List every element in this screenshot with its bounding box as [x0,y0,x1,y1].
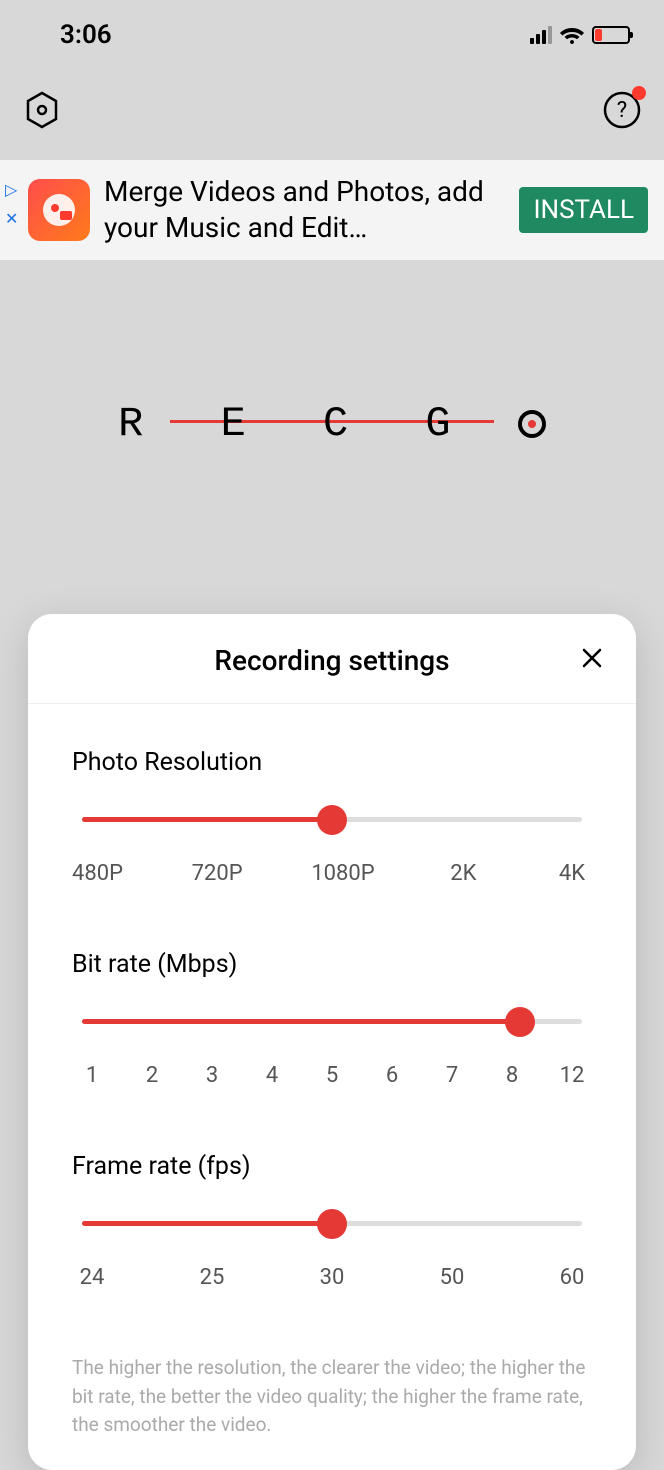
modal-title: Recording settings [28,644,636,677]
bitrate-option[interactable]: 2 [132,1063,172,1088]
setting-resolution: Photo Resolution 480P 720P 1080P 2K 4K [72,748,592,886]
bitrate-slider-thumb[interactable] [505,1007,535,1037]
resolution-option[interactable]: 720P [192,861,243,886]
framerate-option[interactable]: 30 [312,1265,352,1290]
bitrate-slider[interactable] [82,1007,582,1035]
framerate-option[interactable]: 24 [72,1265,112,1290]
notification-dot-icon [632,86,646,100]
modal-header: Recording settings [28,614,636,704]
framerate-option[interactable]: 60 [552,1265,592,1290]
bitrate-option[interactable]: 3 [192,1063,232,1088]
resolution-slider[interactable] [82,805,582,833]
recording-settings-modal: Recording settings Photo Resolution 480P… [28,614,636,1470]
ad-banner[interactable]: ▷✕ Merge Videos and Photos, add your Mus… [0,160,664,260]
bitrate-option[interactable]: 4 [252,1063,292,1088]
app-logo: R E C G [0,400,664,448]
status-bar: 3:06 [0,0,664,70]
status-icons [530,25,634,45]
close-button[interactable] [576,642,608,674]
bitrate-option[interactable]: 6 [372,1063,412,1088]
framerate-label: Frame rate (fps) [72,1152,592,1181]
cellular-signal-icon [530,26,552,44]
resolution-label: Photo Resolution [72,748,592,777]
resolution-slider-thumb[interactable] [317,805,347,835]
logo-target-icon [518,410,546,438]
top-bar: ? [0,82,664,142]
svg-text:?: ? [617,98,627,123]
status-time: 3:06 [30,20,112,50]
framerate-slider-thumb[interactable] [317,1209,347,1239]
settings-icon[interactable] [22,90,62,134]
bitrate-option[interactable]: 7 [432,1063,472,1088]
bitrate-option[interactable]: 12 [552,1063,592,1088]
setting-bitrate: Bit rate (Mbps) 1 2 3 4 5 6 7 8 12 [72,950,592,1088]
resolution-option[interactable]: 4K [552,861,592,886]
ad-marker-icon[interactable]: ▷✕ [5,180,18,228]
resolution-option[interactable]: 2K [443,861,483,886]
resolution-marks: 480P 720P 1080P 2K 4K [72,861,592,886]
close-icon [580,646,604,670]
wifi-icon [560,25,584,45]
resolution-option[interactable]: 1080P [311,861,374,886]
setting-framerate: Frame rate (fps) 24 25 30 50 60 [72,1152,592,1290]
modal-body: Photo Resolution 480P 720P 1080P 2K 4K B… [28,704,636,1470]
bitrate-marks: 1 2 3 4 5 6 7 8 12 [72,1063,592,1088]
help-icon[interactable]: ? [602,90,642,134]
logo-text: R E C G [118,400,528,448]
framerate-marks: 24 25 30 50 60 [72,1265,592,1290]
install-button[interactable]: INSTALL [519,187,648,233]
settings-hint: The higher the resolution, the clearer t… [72,1354,592,1440]
battery-icon [592,26,630,44]
framerate-option[interactable]: 25 [192,1265,232,1290]
bitrate-option[interactable]: 5 [312,1063,352,1088]
framerate-option[interactable]: 50 [432,1265,472,1290]
ad-app-icon [28,179,90,241]
bitrate-option[interactable]: 1 [72,1063,112,1088]
bitrate-label: Bit rate (Mbps) [72,950,592,979]
ad-text: Merge Videos and Photos, add your Music … [104,174,505,247]
bitrate-option[interactable]: 8 [492,1063,532,1088]
framerate-slider[interactable] [82,1209,582,1237]
resolution-option[interactable]: 480P [72,861,123,886]
